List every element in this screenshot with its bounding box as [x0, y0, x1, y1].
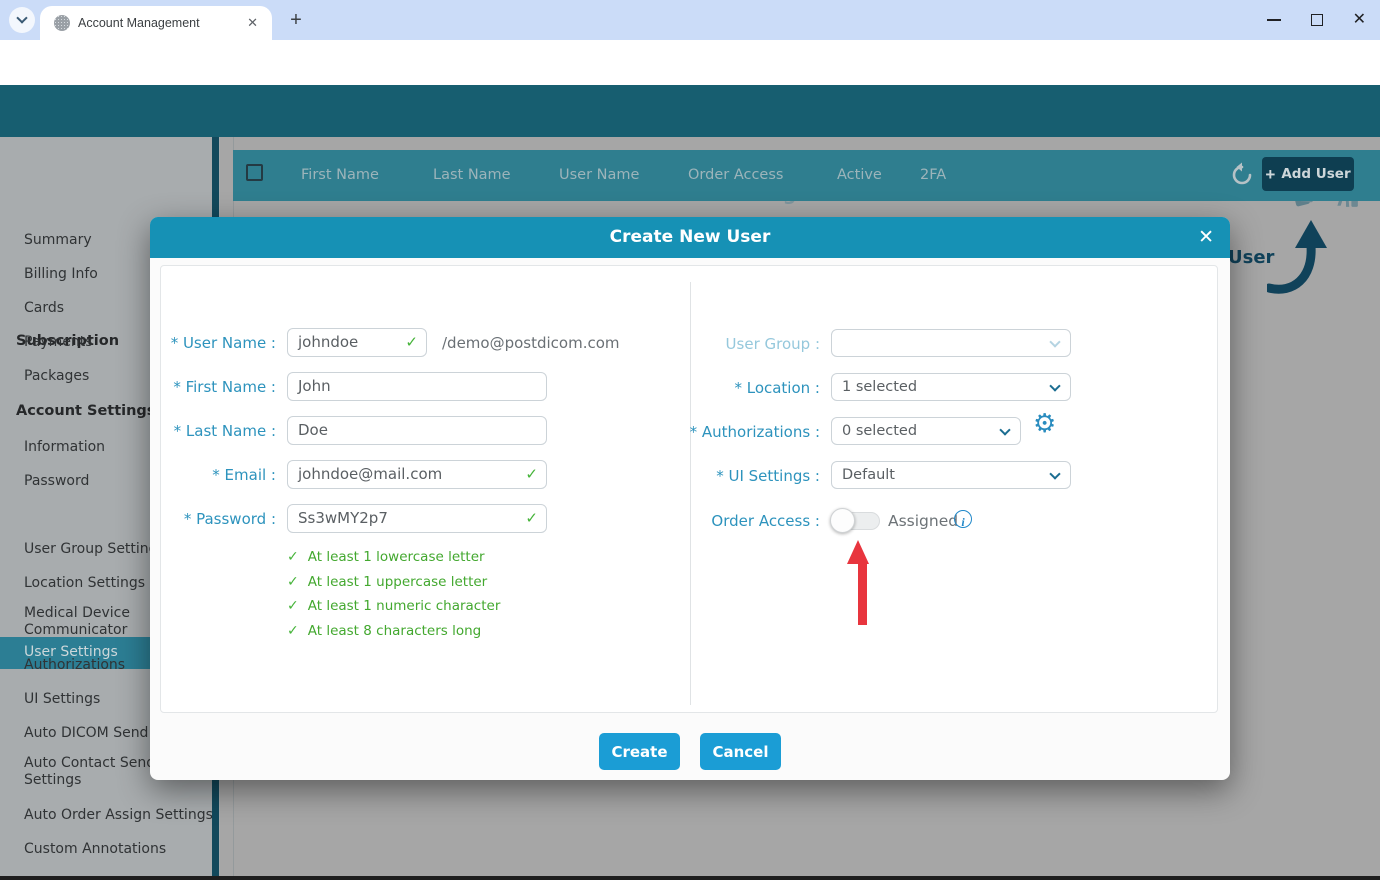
check-icon: ✓ [287, 549, 299, 565]
tab-close-icon[interactable]: ✕ [243, 13, 262, 33]
create-button[interactable]: Create [599, 733, 680, 770]
chevron-down-icon [1049, 336, 1060, 347]
window-controls: ✕ [1267, 0, 1366, 40]
add-user-button[interactable]: + Add User [1262, 157, 1354, 191]
window-close-button[interactable]: ✕ [1353, 12, 1366, 28]
user-name-input[interactable]: johndoe ✓ [287, 328, 427, 357]
column-2fa: 2FA [920, 167, 946, 183]
ui-settings-dropdown[interactable]: Default [831, 461, 1071, 489]
window-bottom-edge [0, 876, 1380, 880]
tab-search-button[interactable] [9, 7, 35, 33]
last-name-input[interactable]: Doe [287, 416, 547, 445]
email-label: * Email : [160, 466, 276, 484]
window-maximize-button[interactable] [1311, 14, 1323, 26]
authorizations-label: * Authorizations : [630, 423, 820, 441]
column-active: Active [837, 167, 882, 183]
order-access-label: Order Access : [630, 512, 820, 530]
authorizations-dropdown[interactable]: 0 selected [831, 417, 1021, 445]
column-order-access: Order Access [688, 167, 783, 183]
check-icon: ✓ [287, 623, 299, 639]
order-access-state-label: Assigned [888, 512, 958, 530]
browser-tab[interactable]: Account Management ✕ [40, 6, 272, 40]
sidebar-section-account-settings: Account Settings [16, 403, 155, 419]
browser-toolbar: ← → ↻ germany.postdicom.com/AccountManag… [0, 40, 1380, 85]
cancel-button[interactable]: Cancel [700, 733, 781, 770]
new-tab-button[interactable]: + [284, 9, 308, 33]
password-rule-length: ✓At least 8 characters long [287, 623, 481, 639]
red-arrow-head-icon [847, 540, 869, 564]
column-first-name: First Name [301, 167, 379, 183]
check-icon: ✓ [287, 574, 299, 590]
screen: Account Management ✕ + ✕ ← → ↻ germany.p… [0, 0, 1380, 880]
sidebar-item-packages[interactable]: Packages [24, 368, 89, 385]
info-icon[interactable]: i [954, 510, 972, 528]
chevron-down-icon [999, 424, 1010, 435]
sidebar-item-billing-info[interactable]: Billing Info [24, 266, 98, 283]
column-last-name: Last Name [433, 167, 511, 183]
refresh-button[interactable] [1229, 162, 1255, 193]
location-label: * Location : [630, 379, 820, 397]
password-label: * Password : [160, 510, 276, 528]
refresh-icon [1229, 162, 1255, 188]
sidebar-item-user-group-settings[interactable]: User Group Settings [24, 541, 165, 558]
user-group-dropdown[interactable] [831, 329, 1071, 357]
sidebar-item-payments[interactable]: Payments [24, 334, 93, 351]
last-name-label: * Last Name : [160, 422, 276, 440]
user-name-label: * User Name : [160, 334, 276, 352]
app-header: postDICOM User Settings [0, 85, 1380, 137]
first-name-label: * First Name : [160, 378, 276, 396]
valid-check-icon: ✓ [525, 461, 538, 488]
modal-close-icon[interactable]: ✕ [1198, 226, 1214, 248]
select-all-checkbox[interactable] [246, 164, 263, 181]
password-rule-uppercase: ✓At least 1 uppercase letter [287, 574, 487, 590]
annotation-curved-arrow-icon [1267, 216, 1329, 298]
sidebar-item-cards[interactable]: Cards [24, 300, 64, 317]
create-new-user-modal: Create New User ✕ * User Name : johndoe … [150, 217, 1230, 780]
password-rule-lowercase: ✓At least 1 lowercase letter [287, 549, 485, 565]
user-group-label: User Group : [630, 335, 820, 353]
authorizations-gear-icon[interactable]: ⚙ [1033, 411, 1056, 437]
valid-check-icon: ✓ [405, 329, 418, 356]
toggle-knob[interactable] [830, 508, 855, 533]
password-rule-numeric: ✓At least 1 numeric character [287, 598, 500, 614]
users-table-header: First Name Last Name User Name Order Acc… [233, 150, 1380, 201]
favicon-icon [54, 15, 70, 31]
sidebar-item-summary[interactable]: Summary [24, 232, 92, 249]
check-icon: ✓ [287, 598, 299, 614]
red-arrow-shaft [858, 563, 867, 625]
sidebar-item-authorizations[interactable]: Authorizations [24, 657, 125, 674]
browser-tabstrip: Account Management ✕ + ✕ [0, 0, 1380, 40]
valid-check-icon: ✓ [525, 505, 538, 532]
sidebar-item-ui-settings[interactable]: UI Settings [24, 691, 100, 708]
sidebar-item-information[interactable]: Information [24, 439, 105, 456]
modal-header: Create New User ✕ [150, 217, 1230, 258]
password-input[interactable]: Ss3wMY2p7 ✓ [287, 504, 547, 533]
chevron-down-icon [16, 12, 27, 23]
modal-title: Create New User [150, 227, 1230, 247]
tab-title: Account Management [78, 16, 243, 30]
ui-settings-label: * UI Settings : [630, 467, 820, 485]
plus-icon: + [1265, 166, 1275, 183]
first-name-input[interactable]: John [287, 372, 547, 401]
sidebar-item-password[interactable]: Password [24, 473, 89, 490]
email-input[interactable]: johndoe@mail.com ✓ [287, 460, 547, 489]
sidebar-item-custom-annotations[interactable]: Custom Annotations [24, 841, 166, 858]
user-name-domain-suffix: /demo@postdicom.com [442, 334, 620, 352]
sidebar-item-location-settings[interactable]: Location Settings [24, 575, 145, 592]
sidebar-item-auto-order-assign-settings[interactable]: Auto Order Assign Settings [24, 807, 213, 824]
chevron-down-icon [1049, 468, 1060, 479]
location-dropdown[interactable]: 1 selected [831, 373, 1071, 401]
column-user-name: User Name [559, 167, 639, 183]
window-minimize-button[interactable] [1267, 19, 1281, 21]
chevron-down-icon [1049, 380, 1060, 391]
